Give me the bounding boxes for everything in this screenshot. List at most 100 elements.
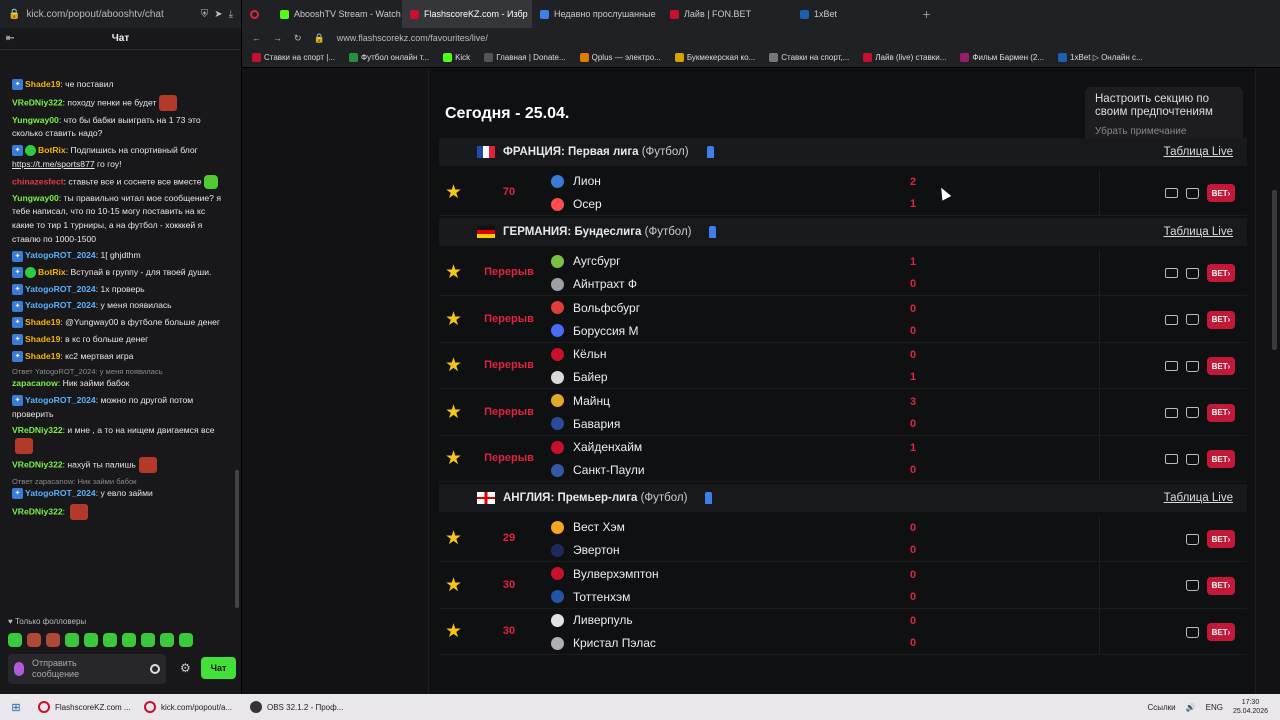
gear-icon[interactable]: ⚙ <box>180 661 191 675</box>
send-icon[interactable]: ➤ <box>214 9 222 20</box>
match-row[interactable]: ★ 70 Лион Осер 2 1 BET› <box>439 170 1247 216</box>
favorite-star-icon[interactable]: ★ <box>445 622 462 641</box>
bet-button[interactable]: BET› <box>1207 530 1235 548</box>
tv-icon[interactable] <box>1165 268 1178 278</box>
chat-username[interactable]: YatogoROT_2024 <box>25 284 96 294</box>
bookmark-item[interactable]: Ставки на спорт |... <box>252 53 335 62</box>
emote-icon[interactable] <box>160 633 174 647</box>
live-table-link[interactable]: Таблица Live <box>1164 146 1233 158</box>
lineup-icon[interactable] <box>1186 533 1199 545</box>
emote-icon[interactable] <box>141 633 155 647</box>
lineup-icon[interactable] <box>1186 453 1199 465</box>
emote-icon[interactable] <box>27 633 41 647</box>
chat-username[interactable]: BotRix <box>38 267 66 277</box>
tv-icon[interactable] <box>1165 361 1178 372</box>
emoji-icon[interactable] <box>150 664 160 674</box>
new-tab-icon[interactable]: ＋ <box>922 8 931 21</box>
away-team[interactable]: Кристал Пэлас <box>551 636 656 650</box>
chat-username[interactable]: Shade19 <box>25 317 60 327</box>
tooltip-dismiss[interactable]: Убрать примечание <box>1095 125 1233 138</box>
away-team[interactable]: Боруссия М <box>551 324 638 338</box>
tv-icon[interactable] <box>1165 407 1178 418</box>
favorite-star-icon[interactable]: ★ <box>445 356 462 375</box>
emote-icon[interactable] <box>65 633 79 647</box>
bet-button[interactable]: BET› <box>1207 403 1235 422</box>
collapse-icon[interactable]: ⇤ <box>6 33 14 44</box>
match-row[interactable]: ★ 29 Вест Хэм Эвертон 0 0 BET› <box>439 516 1247 562</box>
home-team[interactable]: Лион <box>551 174 601 188</box>
home-team[interactable]: Аугсбург <box>551 254 621 268</box>
home-team[interactable]: Вест Хэм <box>551 520 625 534</box>
home-team[interactable]: Вулверхэмптон <box>551 567 659 581</box>
taskbar-item[interactable]: FlashscoreKZ.com ... <box>32 694 138 720</box>
lineup-icon[interactable] <box>1186 267 1199 279</box>
emote-icon[interactable] <box>8 633 22 647</box>
bet-button[interactable]: BET› <box>1207 310 1235 329</box>
reload-icon[interactable]: ↻ <box>294 33 302 44</box>
taskbar-item[interactable]: OBS 32.1.2 - Проф... <box>244 694 350 720</box>
bet-button[interactable]: BET› <box>1207 184 1235 202</box>
league-name[interactable]: ГЕРМАНИЯ: Бундеслига (Футбол) <box>503 226 691 238</box>
bookmark-item[interactable]: Лайв (live) ставки... <box>863 53 946 62</box>
match-row[interactable]: ★ Перерыв Майнц Бавария 3 0 BET› <box>439 389 1247 436</box>
away-team[interactable]: Бавария <box>551 417 620 431</box>
tv-icon[interactable] <box>1165 314 1178 325</box>
bet-button[interactable]: BET› <box>1207 450 1235 469</box>
live-table-link[interactable]: Таблица Live <box>1164 226 1233 238</box>
bookmark-item[interactable]: Kick <box>443 53 470 62</box>
emote-icon[interactable] <box>103 633 117 647</box>
pin-icon[interactable] <box>706 146 714 158</box>
match-row[interactable]: ★ Перерыв Кёльн Байер 0 1 BET› <box>439 343 1247 390</box>
home-team[interactable]: Майнц <box>551 394 610 408</box>
chat-username[interactable]: Yungway00 <box>12 193 59 203</box>
home-team[interactable]: Вольфсбург <box>551 301 640 315</box>
chat-username[interactable]: YatogoROT_2024 <box>25 250 96 260</box>
browser-tab[interactable]: Недавно прослушанные <box>532 0 662 28</box>
emote-bar[interactable] <box>8 633 193 647</box>
chat-username[interactable]: VReDNiy322 <box>12 97 63 107</box>
favorite-star-icon[interactable]: ★ <box>445 576 462 595</box>
chat-username[interactable]: Shade19 <box>25 79 60 89</box>
chat-username[interactable]: Shade19 <box>25 351 60 361</box>
lineup-icon[interactable] <box>1186 626 1199 638</box>
league-name[interactable]: ФРАНЦИЯ: Первая лига (Футбол) <box>503 146 689 158</box>
page-scrollbar[interactable] <box>1272 190 1277 350</box>
match-row[interactable]: ★ 30 Вулверхэмптон Тоттенхэм 0 0 BET› <box>439 562 1247 609</box>
chat-input-placeholder[interactable]: Отправить сообщение <box>32 658 112 680</box>
bookmark-item[interactable]: 1xBet ▷ Онлайн с... <box>1058 53 1143 62</box>
favorite-star-icon[interactable]: ★ <box>445 310 462 329</box>
chat-messages[interactable]: ✦ Shade19: че поставил VReDNiy322: походу … <box>0 76 236 598</box>
match-row[interactable]: ★ Перерыв Хайденхайм Санкт-Паули 1 0 BET› <box>439 436 1247 483</box>
mic-icon[interactable] <box>14 662 24 676</box>
away-team[interactable]: Тоттенхэм <box>551 590 630 604</box>
match-row[interactable]: ★ Перерыв Аугсбург Айнтрахт Ф 1 0 BET› <box>439 250 1247 296</box>
lineup-icon[interactable] <box>1186 314 1199 326</box>
match-row[interactable]: ★ 30 Ливерпуль Кристал Пэлас 0 0 BET› <box>439 609 1247 656</box>
download-icon[interactable]: ⤓ <box>229 9 233 20</box>
home-team[interactable]: Хайденхайм <box>551 440 642 454</box>
language-indicator[interactable]: ENG <box>1206 703 1223 712</box>
favorite-star-icon[interactable]: ★ <box>445 263 462 282</box>
volume-icon[interactable]: 🔊 <box>1186 703 1196 712</box>
bet-button[interactable]: BET› <box>1207 576 1235 595</box>
shield-icon[interactable]: ⛨ <box>201 9 209 20</box>
chat-username[interactable]: VReDNiy322 <box>12 459 63 469</box>
bookmark-item[interactable]: Футбол онлайн т... <box>349 53 429 62</box>
bookmark-item[interactable]: Ставки на спорт,... <box>769 53 849 62</box>
windows-start-icon[interactable]: ⊞ <box>0 701 32 714</box>
emote-icon[interactable] <box>84 633 98 647</box>
away-team[interactable]: Байер <box>551 370 608 384</box>
league-header[interactable]: АНГЛИЯ: Премьер-лига (Футбол) Таблица Liv… <box>439 484 1247 512</box>
back-icon[interactable]: ← <box>252 33 261 43</box>
pin-icon[interactable] <box>705 492 713 504</box>
taskbar-item[interactable]: kick.com/popout/a... <box>138 694 244 720</box>
bet-button[interactable]: BET› <box>1207 357 1235 376</box>
live-table-link[interactable]: Таблица Live <box>1164 492 1233 504</box>
chat-username[interactable]: YatogoROT_2024 <box>25 395 96 405</box>
match-row[interactable]: ★ Перерыв Вольфсбург Боруссия М 0 0 BET› <box>439 296 1247 343</box>
away-team[interactable]: Санкт-Паули <box>551 463 645 477</box>
chat-username[interactable]: Shade19 <box>25 334 60 344</box>
favorite-star-icon[interactable]: ★ <box>445 403 462 422</box>
chat-username[interactable]: chinazesfect <box>12 176 64 186</box>
away-team[interactable]: Эвертон <box>551 543 620 557</box>
